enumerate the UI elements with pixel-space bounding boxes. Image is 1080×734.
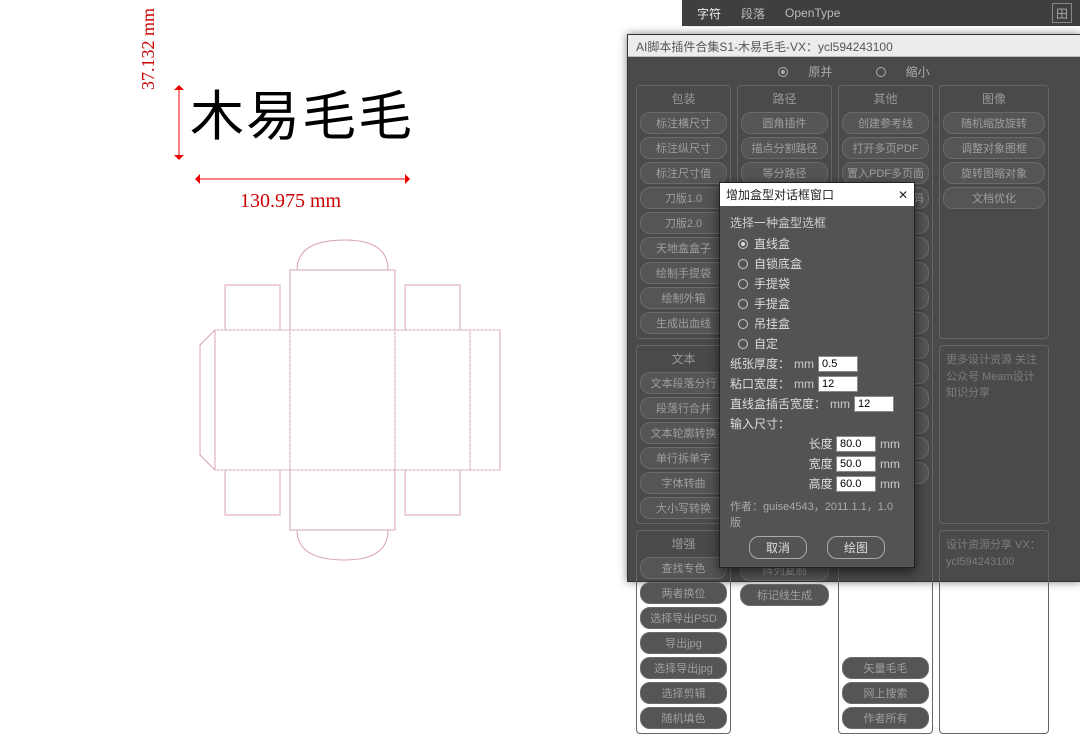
group-title: 增强 [640, 535, 727, 552]
unit-label: mm [880, 477, 900, 491]
input-size-label: 输入尺寸： [730, 415, 790, 432]
tab-opentype[interactable]: OpenType [776, 1, 849, 25]
paper-thickness-input[interactable] [818, 356, 858, 372]
btn-packaging[interactable]: 刀版2.0 [640, 212, 727, 234]
btn-bottom[interactable]: 网上搜索 [842, 682, 929, 704]
paper-thickness-label: 纸张厚度： [730, 355, 790, 372]
option-bag[interactable]: 手提袋 [738, 275, 904, 292]
btn-packaging[interactable]: 生成出血线 [640, 312, 727, 334]
btn-thumb[interactable]: 随机缩放旋转 [943, 112, 1045, 134]
tongue-width-input[interactable] [854, 396, 894, 412]
artboard: 木易毛毛 37.132 mm 130.975 mm [0, 0, 627, 597]
btn-text[interactable]: 文本段落分行 [640, 372, 727, 394]
dialog-author: 作者：guise4543，2011.1.1，1.0版 [730, 498, 904, 530]
window-title: AI脚本插件合集S1-木易毛毛-VX：ycl594243100 [628, 35, 1080, 57]
option-straight-box[interactable]: 直线盒 [738, 235, 904, 252]
close-icon[interactable]: ✕ [898, 188, 908, 202]
add-box-dialog: 增加盒型对话框窗口 ✕ 选择一种盒型选框 直线盒 自锁底盒 手提袋 手提盒 吊挂… [719, 182, 915, 568]
glue-width-input[interactable] [818, 376, 858, 392]
tab-character[interactable]: 字符 [688, 0, 730, 27]
length-input[interactable] [836, 436, 876, 452]
panel-tabbar: 字符 段落 OpenType 田 [682, 0, 1080, 26]
btn-text[interactable]: 文本轮廓转换 [640, 422, 727, 444]
height-input[interactable] [836, 476, 876, 492]
btn-enhance[interactable]: 选择导出PSD [640, 607, 727, 629]
btn-path[interactable]: 描点分割路径 [741, 137, 828, 159]
btn-bottom[interactable]: 作者所有 [842, 707, 929, 729]
dialog-title: 增加盒型对话框窗口 [726, 186, 834, 203]
group-packaging: 包装 标注横尺寸 标注纵尺寸 标注尺寸值 刀版1.0 刀版2.0 天地盒盒子 绘… [636, 85, 731, 339]
resource-note-bottom: 设计资源分享 VX：ycl594243100 [939, 530, 1049, 734]
btn-text[interactable]: 单行拆单字 [640, 447, 727, 469]
tongue-width-label: 直线盒插舌宽度： [730, 395, 826, 412]
box-dieline [0, 0, 627, 597]
btn-enhance[interactable]: 选择导出jpg [640, 657, 727, 679]
btn-enhance[interactable]: 查找专色 [640, 557, 727, 579]
length-label: 长度 [809, 435, 833, 452]
group-title: 包装 [640, 90, 727, 107]
option-hang-box[interactable]: 吊挂盒 [738, 315, 904, 332]
option-handbox[interactable]: 手提盒 [738, 295, 904, 312]
unit-label: mm [880, 437, 900, 451]
btn-text[interactable]: 字体转曲 [640, 472, 727, 494]
btn-thumb[interactable]: 调整对象图框 [943, 137, 1045, 159]
btn-enhance[interactable]: 两者换位 [640, 582, 727, 604]
height-label: 高度 [809, 475, 833, 492]
btn-thumb[interactable]: 文档优化 [943, 187, 1045, 209]
unit-label: mm [794, 377, 814, 391]
btn-enhance[interactable]: 选择剪辑 [640, 682, 727, 704]
group-title: 文本 [640, 350, 727, 367]
group-enhance: 增强 查找专色 两者换位 选择导出PSD 导出jpg 选择导出jpg 选择剪辑 … [636, 530, 731, 734]
glue-width-label: 粘口宽度： [730, 375, 790, 392]
btn-packaging[interactable]: 绘制外箱 [640, 287, 727, 309]
width-input[interactable] [836, 456, 876, 472]
group-title: 其他 [842, 90, 929, 107]
mode-original[interactable]: 原并 [768, 65, 842, 79]
btn-packaging[interactable]: 标注横尺寸 [640, 112, 727, 134]
btn-thumb[interactable]: 旋转图缩对象 [943, 162, 1045, 184]
btn-packaging[interactable]: 绘制手提袋 [640, 262, 727, 284]
btn-bottom[interactable]: 矢量毛毛 [842, 657, 929, 679]
btn-text[interactable]: 大小写转换 [640, 497, 727, 519]
option-lock-bottom[interactable]: 自锁底盒 [738, 255, 904, 272]
btn-other[interactable]: 置入PDF多页面 [842, 162, 929, 184]
group-thumb: 图像 随机缩放旋转 调整对象图框 旋转图缩对象 文档优化 [939, 85, 1049, 339]
draw-button[interactable]: 绘图 [827, 536, 885, 559]
width-label: 宽度 [809, 455, 833, 472]
group-text: 文本 文本段落分行 段落行合并 文本轮廓转换 单行拆单字 字体转曲 大小写转换 [636, 345, 731, 524]
btn-packaging[interactable]: 标注纵尺寸 [640, 137, 727, 159]
btn-other[interactable]: 创建参考线 [842, 112, 929, 134]
btn-bottom[interactable]: 标记线生成 [740, 584, 829, 606]
btn-packaging[interactable]: 刀版1.0 [640, 187, 727, 209]
resource-note-top: 更多设计资源 关注公众号 Meam设计知识分享 [939, 345, 1049, 524]
btn-path[interactable]: 圆角插件 [741, 112, 828, 134]
mode-shrink[interactable]: 缩小 [866, 65, 940, 79]
unit-label: mm [830, 397, 850, 411]
option-custom[interactable]: 自定 [738, 335, 904, 352]
group-title: 路径 [741, 90, 828, 107]
dialog-legend: 选择一种盒型选框 [730, 214, 904, 231]
btn-other[interactable]: 打开多页PDF [842, 137, 929, 159]
btn-path[interactable]: 等分路径 [741, 162, 828, 184]
btn-enhance[interactable]: 导出jpg [640, 632, 727, 654]
btn-packaging[interactable]: 标注尺寸值 [640, 162, 727, 184]
unit-label: mm [880, 457, 900, 471]
btn-packaging[interactable]: 天地盒盒子 [640, 237, 727, 259]
cancel-button[interactable]: 取消 [749, 536, 807, 559]
group-title: 图像 [943, 90, 1045, 107]
panel-grid-icon[interactable]: 田 [1052, 3, 1072, 23]
btn-enhance[interactable]: 随机填色 [640, 707, 727, 729]
unit-label: mm [794, 357, 814, 371]
tab-paragraph[interactable]: 段落 [732, 0, 774, 27]
btn-text[interactable]: 段落行合并 [640, 397, 727, 419]
